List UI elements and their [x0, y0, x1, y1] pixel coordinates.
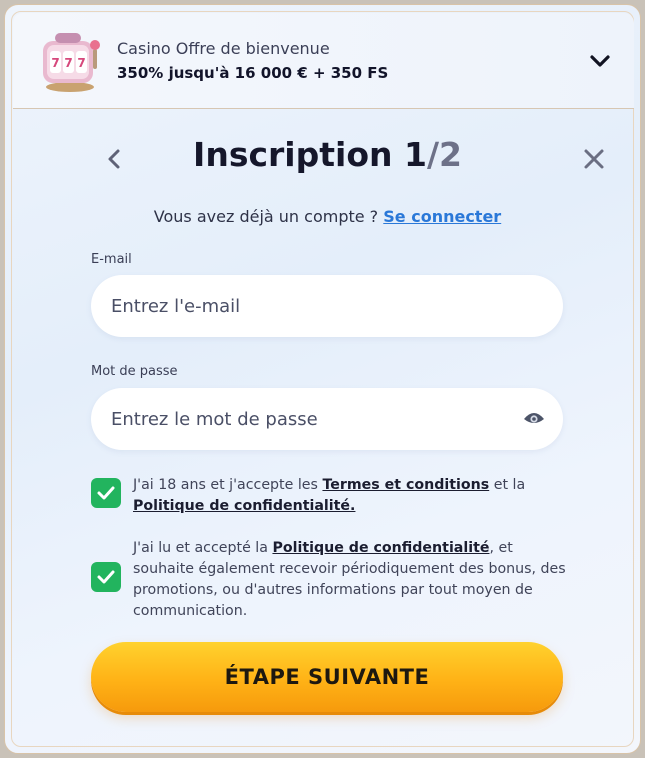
marketing-checkbox[interactable] [91, 562, 121, 592]
slot-machine-icon: 7 7 7 [43, 33, 100, 92]
privacy-link[interactable]: Politique de confidentialité. [133, 498, 355, 514]
modal-frame [11, 11, 634, 747]
marketing-privacy-link[interactable]: Politique de confidentialité [272, 540, 489, 556]
email-label: E-mail [91, 252, 132, 267]
close-icon[interactable] [580, 145, 608, 173]
terms-link[interactable]: Termes et conditions [322, 477, 489, 493]
terms-text-mid: et la [489, 477, 526, 493]
password-field[interactable] [91, 388, 563, 450]
email-field[interactable] [91, 275, 563, 337]
password-label: Mot de passe [91, 364, 178, 379]
checkmark-icon [97, 486, 115, 500]
login-prompt-text: Vous avez déjà un compte ? [153, 207, 379, 226]
svg-text:7: 7 [64, 56, 72, 70]
marketing-consent-text: J'ai lu et accepté la Politique de confi… [133, 538, 573, 622]
email-field-wrapper [91, 275, 563, 337]
title-step-total: /2 [426, 135, 462, 174]
title-step: Inscription 1 [193, 135, 427, 174]
next-step-button[interactable]: ÉTAPE SUIVANTE [91, 642, 563, 712]
terms-checkbox[interactable] [91, 478, 121, 508]
svg-text:7: 7 [77, 56, 85, 70]
checkmark-icon [97, 570, 115, 584]
terms-text-start: J'ai 18 ans et j'accepte les [133, 477, 323, 493]
terms-consent-text: J'ai 18 ans et j'accepte les Termes et c… [133, 475, 573, 517]
eye-icon[interactable] [523, 409, 545, 427]
page-title: Inscription 1/2 [5, 135, 640, 174]
password-field-wrapper [91, 388, 563, 450]
chevron-down-icon[interactable] [588, 51, 612, 71]
registration-modal: 7 7 7 Casino Offre de bienvenue 350% jus… [4, 4, 641, 754]
bonus-banner[interactable]: 7 7 7 Casino Offre de bienvenue 350% jus… [13, 13, 634, 109]
bonus-amount: 350% jusqu'à 16 000 € + 350 FS [117, 64, 389, 82]
login-link[interactable]: Se connecter [383, 207, 501, 226]
svg-text:7: 7 [51, 56, 59, 70]
login-prompt: Vous avez déjà un compte ? Se connecter [5, 207, 640, 226]
bonus-title: Casino Offre de bienvenue [117, 39, 330, 58]
marketing-text-start: J'ai lu et accepté la [133, 540, 273, 556]
